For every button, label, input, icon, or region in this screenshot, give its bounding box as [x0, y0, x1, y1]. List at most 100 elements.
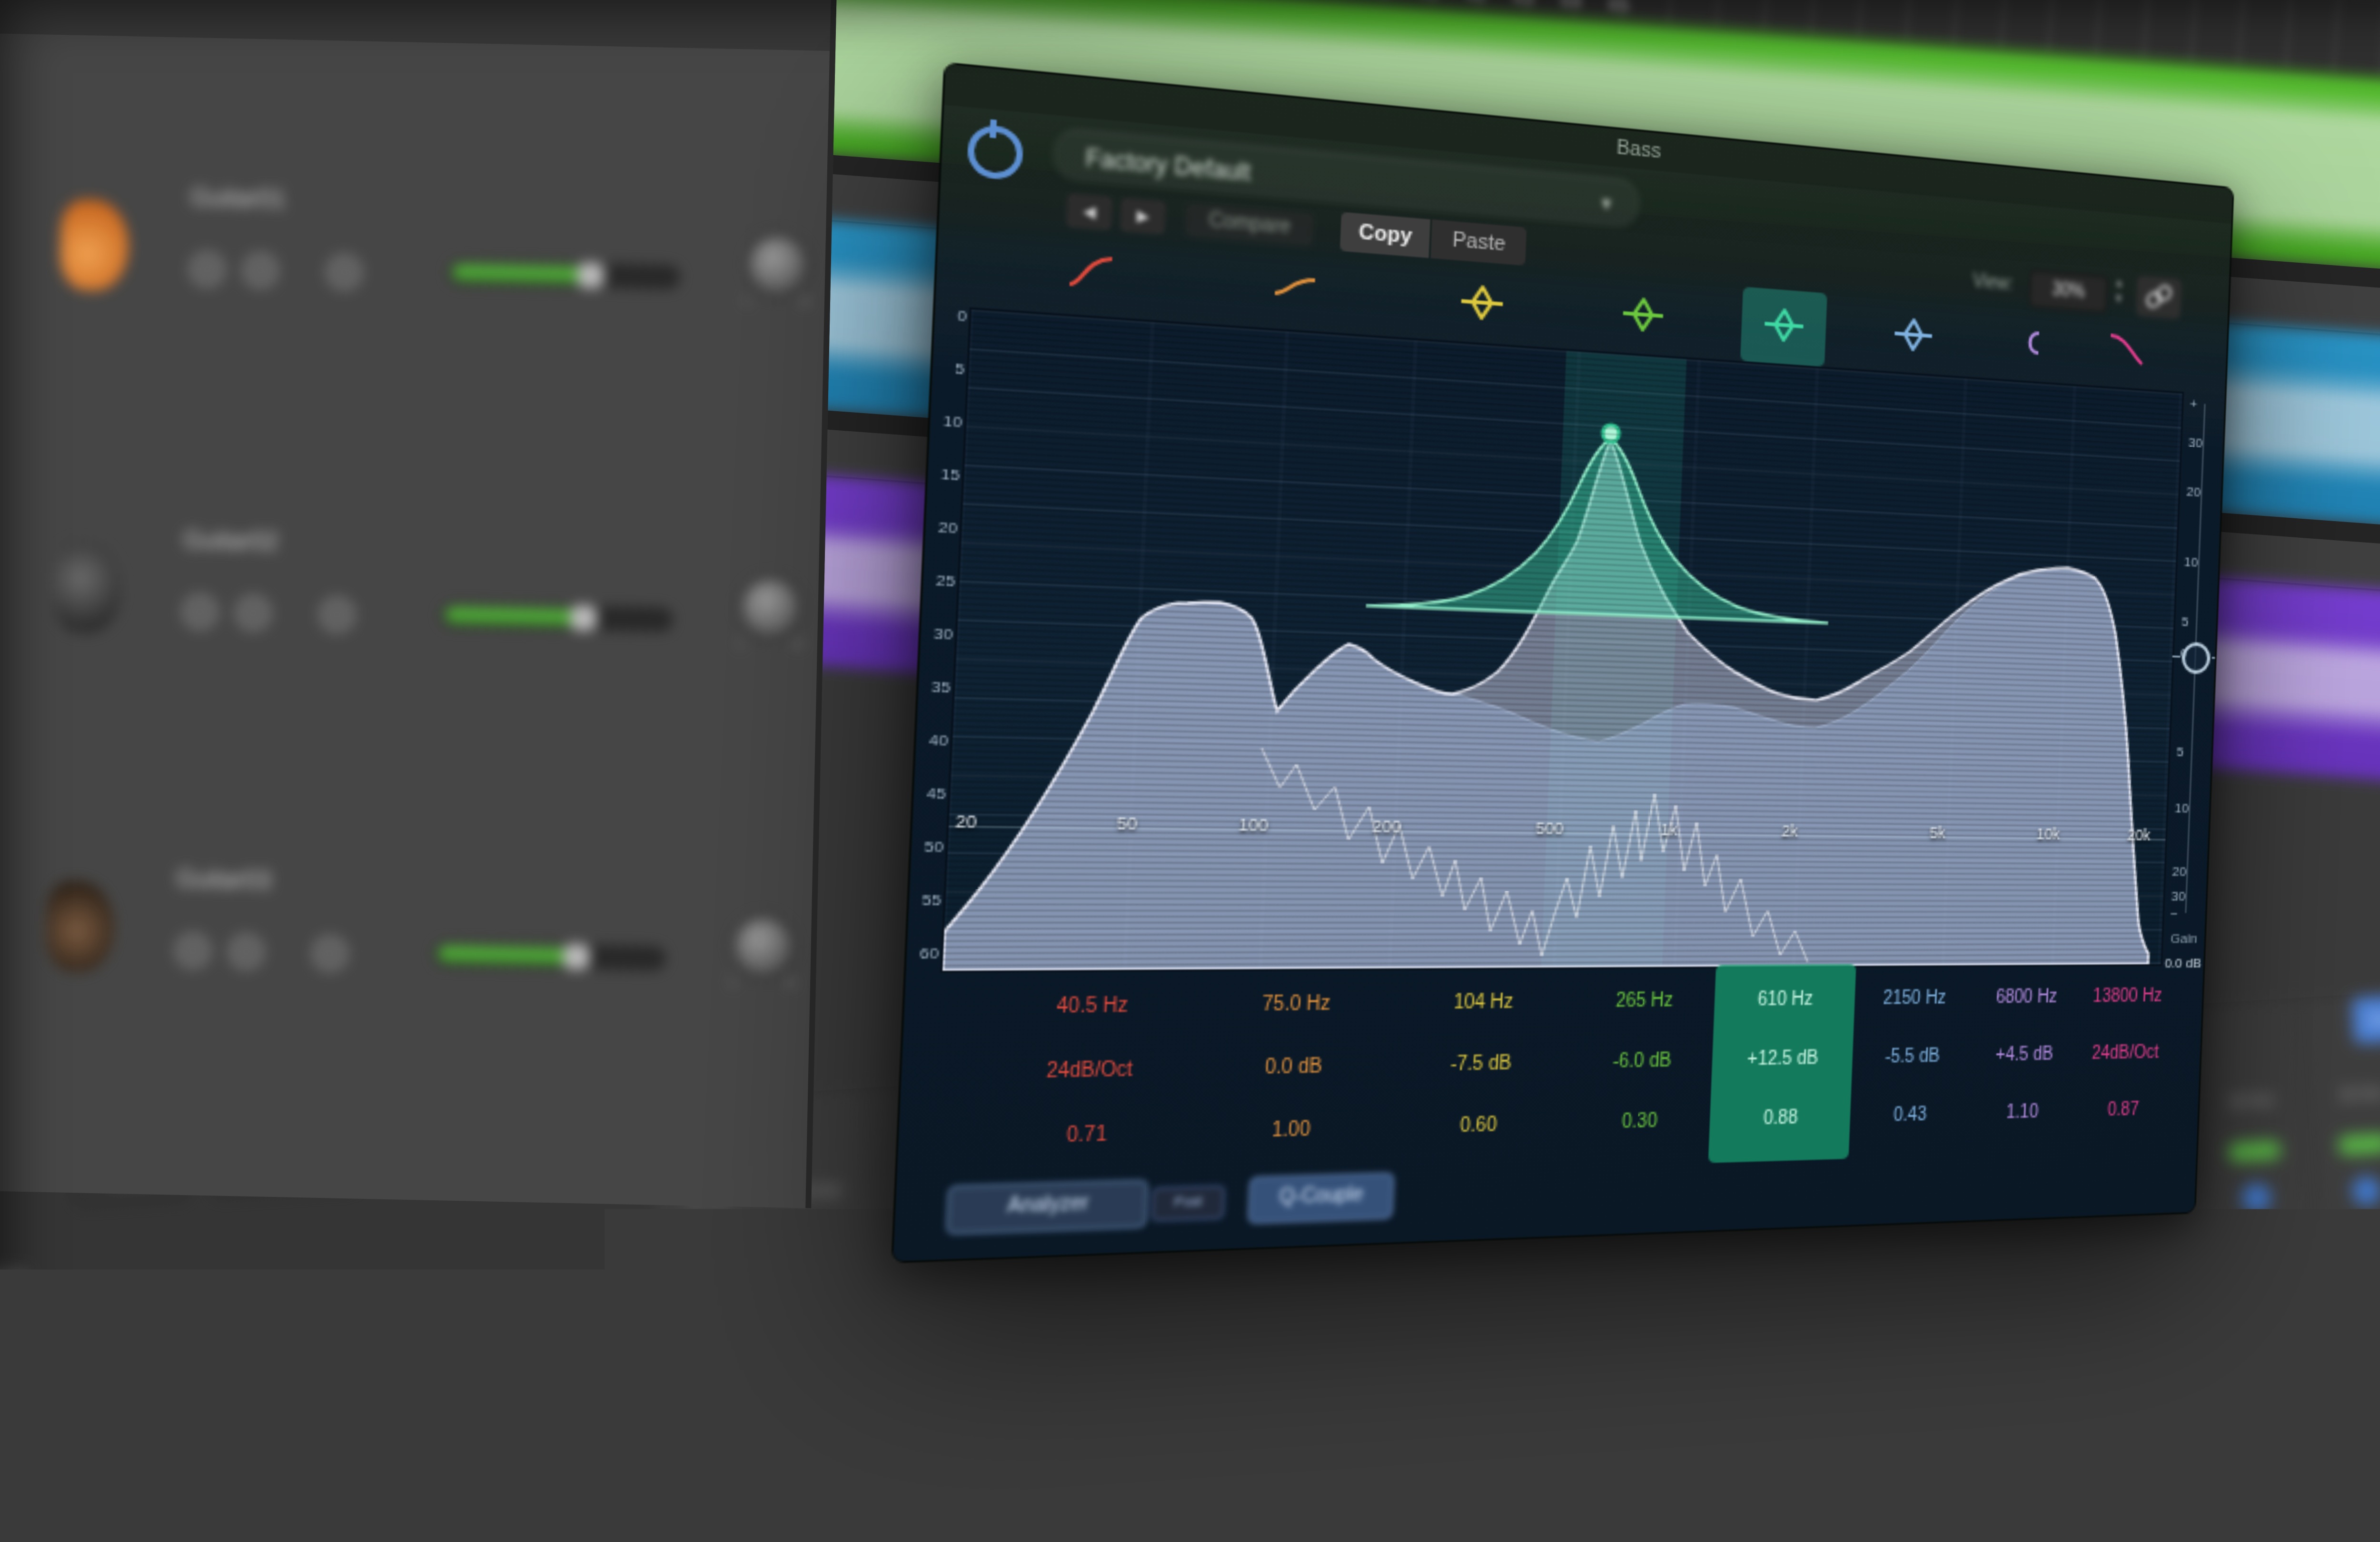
mute-button[interactable] — [1907, 1395, 1930, 1417]
mute-button[interactable] — [2238, 1374, 2261, 1396]
volume-slider[interactable] — [448, 260, 681, 289]
pan-knob[interactable] — [730, 913, 796, 979]
band-1-button-high-pass-icon[interactable] — [1063, 249, 1119, 297]
band-5-button-bell-icon[interactable] — [1760, 303, 1807, 347]
band-q-value[interactable]: 0.87 — [2053, 1082, 2193, 1142]
band-q-value[interactable]: 0.71 — [995, 1103, 1176, 1172]
paste-button[interactable]: Paste — [1430, 219, 1527, 266]
pan-knob[interactable] — [744, 232, 811, 298]
mute-button[interactable] — [1246, 1436, 1269, 1459]
freeze-button[interactable] — [684, 1237, 738, 1259]
pan-knob[interactable] — [2122, 1290, 2199, 1367]
band-gain-value[interactable]: 24dB/Oct — [998, 1039, 1179, 1107]
volume-slider[interactable] — [434, 941, 666, 971]
mute-button[interactable] — [181, 593, 218, 631]
pan-knob[interactable] — [2343, 1276, 2380, 1353]
eq-graph[interactable]: 20501002005001k2k5k10k20k — [940, 307, 2184, 973]
mute-button[interactable] — [2128, 1381, 2150, 1404]
fader-cap[interactable] — [1593, 1516, 1636, 1540]
copy-button[interactable]: Copy — [1340, 212, 1430, 258]
fader-cap[interactable] — [1921, 1463, 1964, 1487]
track-header-2[interactable]: Guitar02 LR — [0, 506, 801, 698]
solo-button[interactable] — [228, 933, 265, 970]
band-1-readout[interactable]: 40.5 Hz24dB/Oct0.71 — [995, 976, 1181, 1172]
master-gain-knob[interactable] — [2181, 642, 2211, 674]
band-freq-value[interactable]: 75.0 Hz — [1210, 974, 1382, 1039]
analyzer-button[interactable]: Analyzer — [946, 1180, 1149, 1235]
pan-knob[interactable] — [1792, 1311, 1868, 1388]
q-couple-button[interactable]: Q-Couple — [1248, 1172, 1395, 1224]
next-preset-button[interactable]: ▶ — [1120, 198, 1166, 235]
band-4-readout[interactable]: 265 Hz-6.0 dB0.30 — [1559, 972, 1723, 1156]
pan-knob[interactable] — [2232, 1284, 2309, 1360]
pan-knob[interactable] — [737, 574, 803, 641]
band-q-value[interactable]: 1.00 — [1204, 1099, 1376, 1166]
band-4-button-bell-icon[interactable] — [1618, 292, 1667, 337]
mute-button[interactable] — [915, 1457, 938, 1480]
pan-knob[interactable] — [689, 1381, 766, 1457]
mute-button[interactable] — [805, 1464, 828, 1487]
mute-button[interactable] — [1687, 1409, 1709, 1431]
mute-button[interactable] — [1797, 1402, 1819, 1424]
band-q-value[interactable]: 0.60 — [1395, 1095, 1560, 1161]
band-2-readout[interactable]: 75.0 Hz0.0 dB1.00 — [1204, 974, 1381, 1166]
volume-fader[interactable] — [1273, 1473, 1296, 1542]
solo-button[interactable] — [1942, 1393, 1964, 1415]
band-8-button-low-pass-icon[interactable] — [2105, 329, 2148, 371]
volume-fader[interactable] — [832, 1501, 854, 1542]
prev-preset-button[interactable]: ◀ — [1066, 193, 1113, 230]
pan-knob[interactable] — [1240, 1346, 1317, 1423]
band-2-button-low-shelf-icon[interactable] — [1268, 265, 1321, 312]
band-7-button-high-shelf-icon[interactable] — [2003, 322, 2047, 365]
solo-button[interactable] — [2052, 1386, 2074, 1408]
link-icon[interactable] — [2136, 275, 2182, 319]
solo-button[interactable] — [1501, 1421, 1523, 1443]
band-gain-value[interactable]: -6.0 dB — [1562, 1032, 1720, 1095]
input-button[interactable] — [2241, 1183, 2271, 1213]
input-button[interactable] — [1250, 1245, 1280, 1275]
band-gain-value[interactable]: 0.0 dB — [1207, 1037, 1379, 1102]
record-button[interactable] — [318, 596, 356, 633]
mute-button[interactable] — [2017, 1388, 2040, 1410]
band-freq-value[interactable]: 610 Hz — [1708, 971, 1861, 1032]
view-stepper[interactable]: ▲▼ — [2110, 277, 2128, 311]
pan-knob[interactable] — [1902, 1304, 1978, 1381]
mute-button[interactable] — [1577, 1416, 1599, 1438]
solo-button[interactable] — [1060, 1448, 1082, 1471]
channel-type-tab[interactable]: Audio — [2351, 993, 2380, 1044]
band-q-value[interactable]: 0.88 — [1703, 1089, 1856, 1152]
mute-button[interactable] — [1356, 1430, 1378, 1452]
solo-button[interactable] — [235, 594, 272, 632]
pan-knob[interactable] — [910, 1367, 987, 1443]
volume-fader[interactable] — [1934, 1432, 1957, 1542]
mute-button[interactable] — [1026, 1450, 1048, 1473]
mute-button[interactable] — [695, 1471, 717, 1493]
fader-cap[interactable] — [1371, 1519, 1415, 1542]
solo-button[interactable] — [1280, 1434, 1303, 1457]
band-freq-value[interactable]: 13800 Hz — [2057, 969, 2197, 1028]
fader-cap[interactable] — [2035, 1512, 2078, 1535]
view-zoom-value[interactable]: 30% — [2029, 270, 2108, 314]
solo-button[interactable] — [839, 1462, 862, 1484]
volume-slider[interactable] — [441, 603, 674, 632]
band-q-value[interactable]: 0.30 — [1559, 1092, 1718, 1156]
band-gain-value[interactable]: -7.5 dB — [1398, 1034, 1562, 1098]
fader-cap[interactable] — [2142, 1461, 2186, 1484]
band-8-readout[interactable]: 13800 Hz24dB/Oct0.87 — [2053, 969, 2197, 1142]
solo-button[interactable] — [242, 252, 279, 289]
pan-knob[interactable] — [2012, 1297, 2089, 1374]
volume-fader[interactable] — [1494, 1460, 1516, 1542]
band-freq-value[interactable]: 104 Hz — [1400, 973, 1565, 1037]
mute-button[interactable] — [1136, 1443, 1158, 1466]
compare-button[interactable]: Compare — [1185, 203, 1314, 247]
fader-cap[interactable] — [1150, 1521, 1194, 1542]
track-header-1[interactable]: Guitar01 LR — [5, 163, 808, 355]
solo-button[interactable] — [950, 1455, 972, 1477]
fader-cap[interactable] — [708, 1526, 751, 1542]
pan-knob[interactable] — [1461, 1332, 1537, 1409]
fader-cap[interactable] — [929, 1524, 972, 1542]
volume-fader[interactable] — [1714, 1446, 1736, 1542]
power-button[interactable] — [967, 124, 1024, 181]
analyzer-post-toggle[interactable]: Post — [1151, 1185, 1225, 1221]
band-3-readout[interactable]: 104 Hz-7.5 dB0.60 — [1395, 973, 1565, 1161]
